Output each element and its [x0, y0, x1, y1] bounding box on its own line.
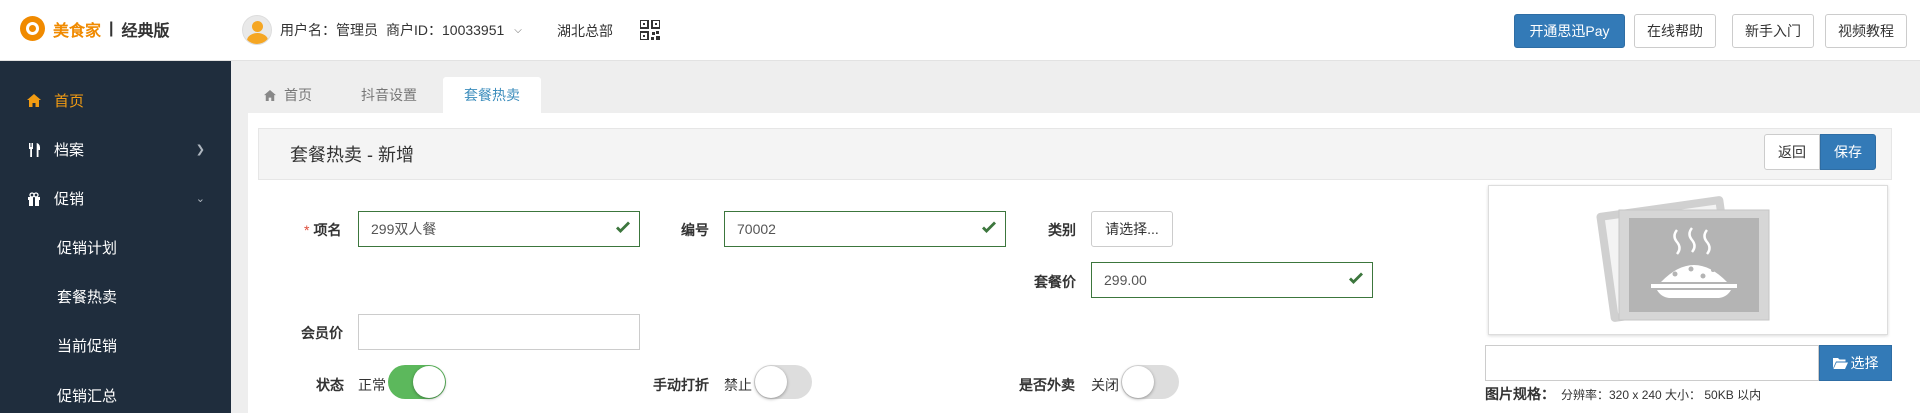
username: 用户名：管理员 [280, 22, 378, 38]
sidebar-item-label: 首页 [54, 93, 85, 110]
status-label: 状态 [316, 377, 344, 393]
takeout-text: 关闭 [1091, 377, 1119, 393]
open-pay-button[interactable]: 开通思迅Pay [1514, 14, 1625, 48]
home-icon [264, 89, 276, 101]
choose-image-button[interactable]: 选择 [1819, 345, 1892, 381]
page-title: 套餐热卖 - 新增 [290, 145, 414, 165]
folder-open-icon [1832, 358, 1848, 369]
chevron-down-icon: ⌵ [514, 24, 522, 36]
tab-douyin-settings[interactable]: 抖音设置 [361, 77, 417, 113]
toggle-knob [755, 366, 787, 398]
merchant-id: 商户ID：10033951 [386, 22, 505, 38]
back-button[interactable]: 返回 [1764, 134, 1820, 170]
sidebar: 首页 档案 ❯ 促销 ⌄ 促销计划 套餐热卖 当前促销 促销汇总 [0, 61, 231, 413]
user-menu[interactable]: 用户名：管理员 商户ID：10033951 ⌵ [242, 15, 522, 45]
sidebar-item-promotion[interactable]: 促销 ⌄ [0, 174, 231, 223]
code-input[interactable]: 70002 [724, 211, 1006, 247]
logo-edition: 经典版 [121, 22, 170, 40]
chevron-down-icon: ⌄ [195, 193, 205, 205]
tab-combo-hot-sale[interactable]: 套餐热卖 [443, 77, 541, 113]
dish-placeholder-icon [1596, 196, 1770, 322]
avatar [242, 15, 272, 45]
check-icon [616, 221, 630, 233]
status-text: 正常 [358, 377, 386, 393]
sidebar-item-label: 档案 [54, 142, 85, 159]
sidebar-item-label: 促销 [54, 191, 85, 208]
video-tutorial-button[interactable]: 视频教程 [1825, 14, 1907, 48]
region-selector[interactable]: 湖北总部 [557, 21, 613, 41]
toggle-knob [413, 366, 445, 398]
status-toggle[interactable] [388, 365, 446, 399]
manual-discount-text: 禁止 [724, 377, 752, 393]
image-spec-text: 分辨率：320 x 240 大小： 50KB 以内 [1561, 388, 1762, 402]
qr-code-icon[interactable] [640, 20, 660, 40]
home-icon [26, 94, 42, 107]
item-name-label: * 项名 [304, 222, 342, 238]
online-help-button[interactable]: 在线帮助 [1634, 14, 1716, 48]
logo[interactable]: 美食家 | 经典版 [20, 16, 170, 41]
member-price-label: 会员价 [301, 325, 343, 341]
check-icon [982, 221, 996, 233]
image-spec: 图片规格： 分辨率：320 x 240 大小： 50KB 以内 [1485, 384, 1761, 404]
sidebar-item-archive[interactable]: 档案 ❯ [0, 125, 231, 174]
code-label: 编号 [681, 222, 709, 238]
image-path-input[interactable] [1485, 345, 1819, 381]
takeout-label: 是否外卖 [1019, 377, 1075, 393]
image-spec-label: 图片规格： [1485, 386, 1555, 402]
required-mark: * [304, 222, 310, 238]
tab-label: 套餐热卖 [464, 87, 520, 103]
form-header-bar [258, 128, 1892, 180]
save-button[interactable]: 保存 [1820, 134, 1876, 170]
logo-brand: 美食家 [53, 22, 102, 40]
sidebar-subitem-promotion-summary[interactable]: 促销汇总 [57, 385, 117, 406]
combo-price-label: 套餐价 [1034, 274, 1076, 290]
image-preview [1488, 185, 1888, 335]
check-icon [1349, 272, 1363, 284]
cutlery-icon [26, 142, 42, 157]
logo-separator: | [109, 19, 114, 37]
member-price-input[interactable] [358, 314, 640, 350]
takeout-toggle[interactable] [1121, 365, 1179, 399]
item-name-input[interactable]: 299双人餐 [358, 211, 640, 247]
sidebar-subitem-current-promotion[interactable]: 当前促销 [57, 335, 117, 356]
toggle-knob [1122, 366, 1154, 398]
sidebar-subitem-promotion-plan[interactable]: 促销计划 [57, 237, 117, 258]
logo-icon [20, 16, 45, 41]
category-select-button[interactable]: 请选择... [1091, 211, 1173, 247]
sidebar-subitem-combo-hot-sale[interactable]: 套餐热卖 [57, 286, 117, 307]
combo-price-input[interactable]: 299.00 [1091, 262, 1373, 298]
manual-discount-label: 手动打折 [653, 377, 709, 393]
sidebar-item-home[interactable]: 首页 [0, 76, 231, 125]
getting-started-button[interactable]: 新手入门 [1732, 14, 1814, 48]
tab-label: 首页 [284, 87, 312, 103]
tab-home[interactable]: 首页 [264, 77, 312, 113]
gift-icon [26, 191, 42, 206]
tab-label: 抖音设置 [361, 87, 417, 103]
tab-bar: 首页 抖音设置 套餐热卖 [231, 61, 1920, 113]
top-bar: 美食家 | 经典版 用户名：管理员 商户ID：10033951 ⌵ 湖北总部 开… [0, 0, 1920, 61]
chevron-right-icon: ❯ [195, 144, 205, 156]
category-label: 类别 [1048, 222, 1076, 238]
manual-discount-toggle[interactable] [754, 365, 812, 399]
